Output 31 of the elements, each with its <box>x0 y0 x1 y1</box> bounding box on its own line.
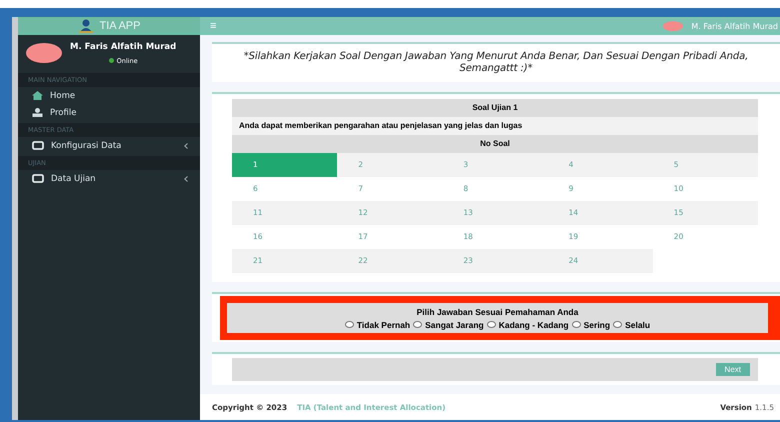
answer-option[interactable]: Sering <box>572 320 610 330</box>
answer-option[interactable]: Selalu <box>613 320 650 330</box>
user-icon <box>32 108 43 117</box>
radio-button[interactable] <box>486 321 496 328</box>
radio-button[interactable] <box>613 321 622 328</box>
answer-option[interactable]: Sangat Jarang <box>413 320 484 330</box>
user-name[interactable]: M. Faris Alfatih Murad <box>691 22 780 30</box>
answer-option[interactable]: Tidak Pernah <box>344 320 410 330</box>
app-title: TIA APP <box>100 20 140 32</box>
sidebar-item[interactable]: Home <box>18 87 200 104</box>
menu-button[interactable]: ≡ <box>206 20 220 32</box>
sidebar-item[interactable]: Data Ujian <box>18 170 200 187</box>
avatar <box>663 21 684 31</box>
avatar <box>26 43 62 63</box>
user-name: M. Faris Alfatih Murad <box>70 42 176 52</box>
monitor-icon <box>32 141 44 150</box>
question-text: Anda dapat memberikan pengarahan atau penjelasan yang jelas dan lugas <box>232 117 758 135</box>
radio-button[interactable] <box>572 321 581 328</box>
radio-button[interactable] <box>413 321 422 328</box>
answer-option[interactable]: Kadang - Kadang <box>486 320 569 330</box>
radio-button[interactable] <box>344 321 354 328</box>
question-title: Soal Ujian 1 <box>232 99 758 117</box>
answer-prompt: Pilih Jawaban Sesuai Pemahaman Anda <box>416 306 578 316</box>
home-icon <box>32 91 43 100</box>
monitor-icon <box>32 174 44 183</box>
sidebar-item[interactable]: Konfigurasi Data <box>18 137 200 154</box>
instruction-text: *Silahkan Kerjakan Soal Dengan Jawaban Yang Menurut Anda Benar, Dan Sesuai Dengan Pribadi Anda, Semangattt :)* <box>242 51 750 75</box>
sidebar-item[interactable]: Profile <box>18 104 200 121</box>
next-button[interactable]: Next <box>716 363 750 376</box>
numbers-header: No Soal <box>232 135 758 153</box>
person-logo-icon <box>78 19 94 33</box>
